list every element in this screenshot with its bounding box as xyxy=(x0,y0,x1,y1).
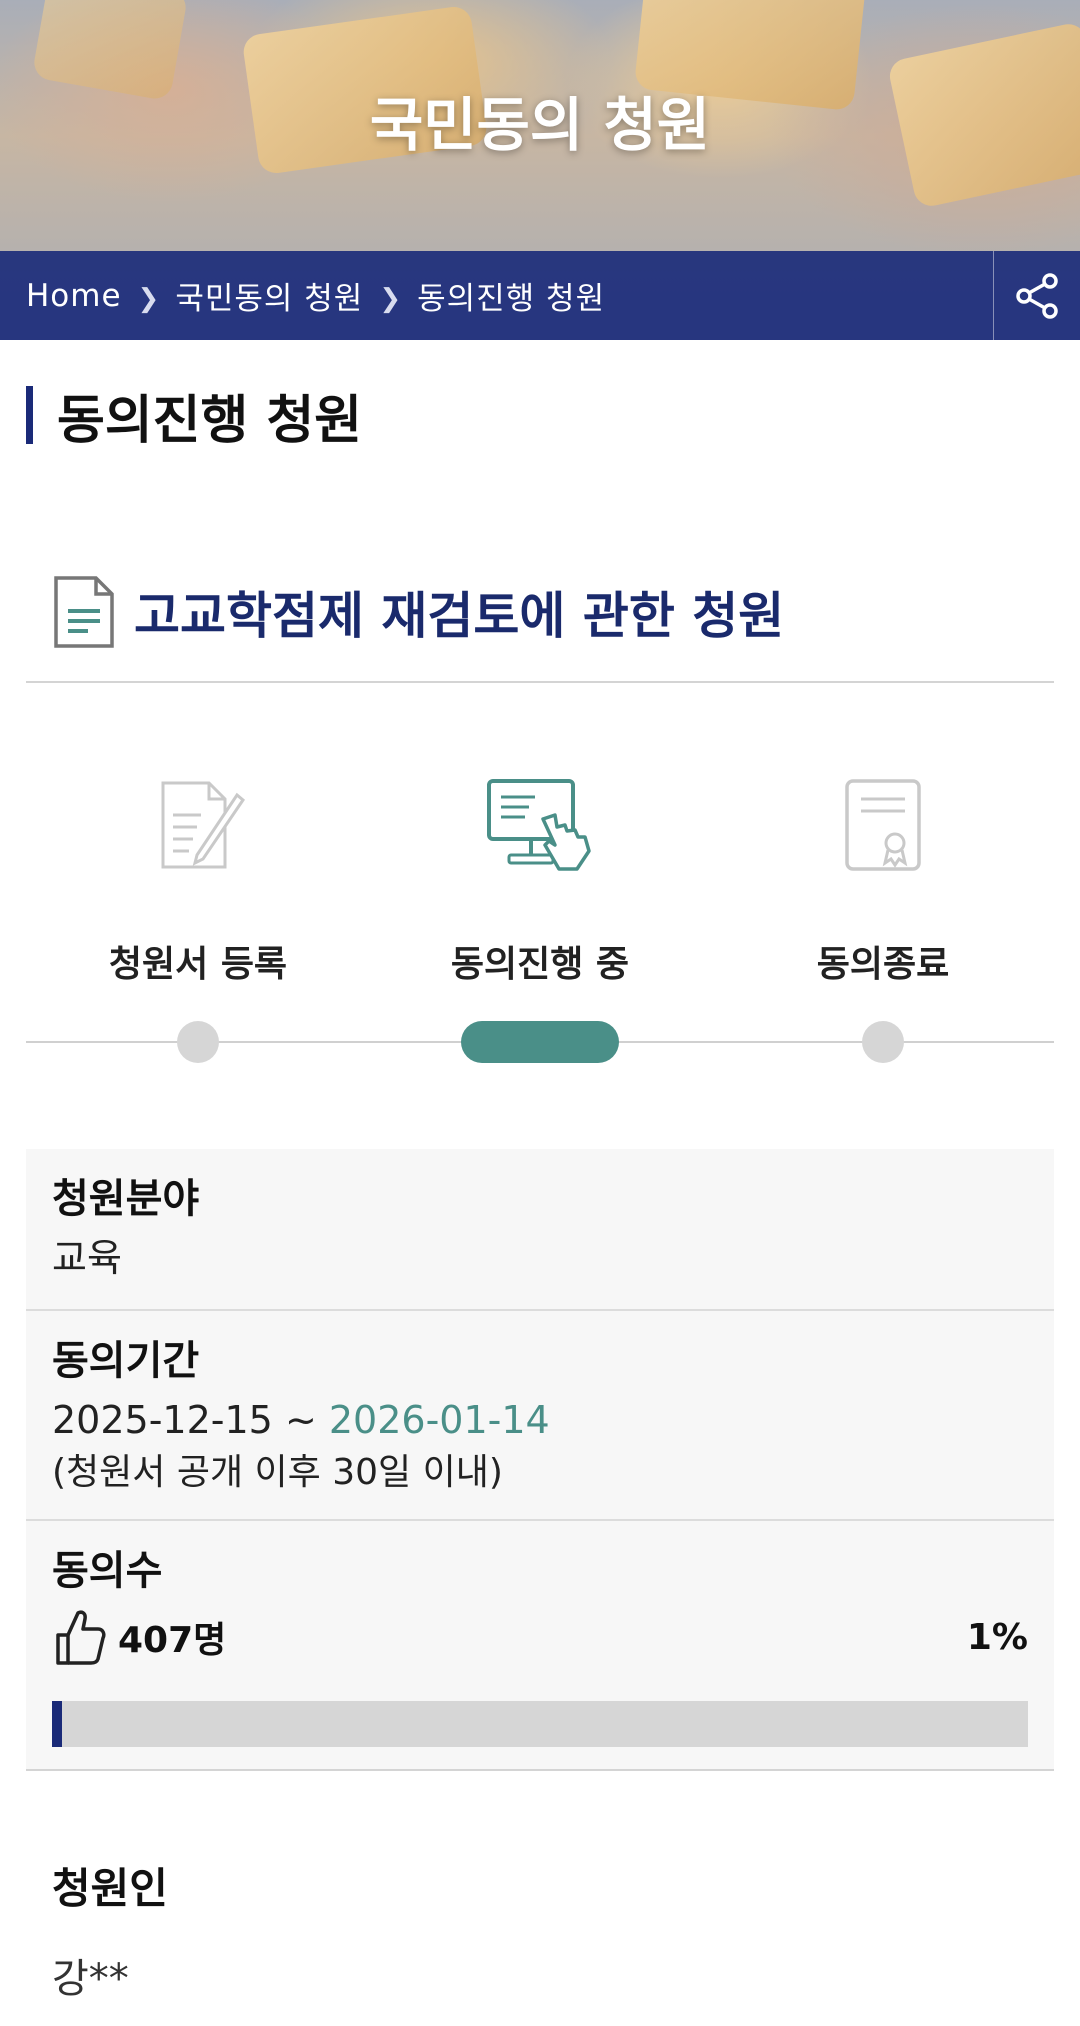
agree-progress-bar xyxy=(52,1701,1028,1747)
page-title: 동의진행 청원 xyxy=(57,390,363,451)
step-end-icon xyxy=(828,770,938,880)
info-row-field: 청원분야 교육 xyxy=(26,1149,1054,1311)
agree-percent: 1% xyxy=(966,1616,1028,1658)
period-end: 2026-01-14 xyxy=(328,1398,550,1442)
hero-banner: 국민동의 청원 Home ❯ 국민동의 청원 ❯ 동의진행 청원 xyxy=(0,0,1080,340)
field-label: 청원분야 xyxy=(52,1176,200,1222)
share-button[interactable] xyxy=(993,251,1080,340)
step-label-progress: 동의진행 중 xyxy=(450,944,630,985)
document-pen-icon xyxy=(161,781,246,869)
agree-label: 동의수 xyxy=(52,1548,163,1594)
page-heading: 동의진행 청원 xyxy=(26,385,362,451)
computer-hand-icon xyxy=(487,779,591,871)
step-dot-register xyxy=(177,1021,219,1063)
heading-accent-bar xyxy=(26,386,33,444)
share-icon xyxy=(1016,272,1058,319)
agree-count: 407명 xyxy=(118,1620,227,1661)
chevron-right-icon: ❯ xyxy=(379,283,402,314)
step-progress-icon xyxy=(485,770,595,880)
step-indicator-active xyxy=(461,1021,619,1063)
petitioner-value: 강** xyxy=(52,1956,129,2002)
period-separator: ~ xyxy=(284,1398,317,1442)
agree-progress-fill xyxy=(52,1701,62,1747)
period-note: (청원서 공개 이후 30일 이내) xyxy=(52,1452,503,1493)
breadcrumb-petition[interactable]: 국민동의 청원 xyxy=(175,273,363,318)
thumbs-up-icon xyxy=(56,1610,106,1665)
chevron-right-icon: ❯ xyxy=(137,283,160,314)
petition-title-row: 고교학점제 재검토에 관한 청원 xyxy=(52,575,784,649)
petition-info-table: 청원분야 교육 동의기간 2025-12-15 ~ 2026-01-14 (청원… xyxy=(26,1149,1054,1771)
document-icon xyxy=(54,576,114,648)
step-dot-end xyxy=(862,1021,904,1063)
certificate-icon xyxy=(845,779,921,871)
info-row-period: 동의기간 2025-12-15 ~ 2026-01-14 (청원서 공개 이후 … xyxy=(26,1311,1054,1521)
period-label: 동의기간 xyxy=(52,1338,200,1384)
step-label-register: 청원서 등록 xyxy=(108,944,288,985)
hero-title: 국민동의 청원 xyxy=(369,91,711,159)
info-row-agree: 동의수 407명 1% xyxy=(26,1521,1054,1769)
divider xyxy=(26,681,1054,683)
petitioner-label: 청원인 xyxy=(52,1864,168,1913)
period-value: 2025-12-15 ~ 2026-01-14 xyxy=(52,1391,1028,1449)
field-value: 교육 xyxy=(52,1236,122,1280)
step-register-icon xyxy=(144,770,254,880)
breadcrumb: Home ❯ 국민동의 청원 ❯ 동의진행 청원 xyxy=(0,251,1080,340)
breadcrumb-home[interactable]: Home xyxy=(26,278,122,314)
breadcrumb-current[interactable]: 동의진행 청원 xyxy=(417,273,605,318)
petition-title: 고교학점제 재검토에 관한 청원 xyxy=(134,587,785,645)
step-label-end: 동의종료 xyxy=(816,944,950,985)
period-start: 2025-12-15 xyxy=(52,1398,273,1442)
